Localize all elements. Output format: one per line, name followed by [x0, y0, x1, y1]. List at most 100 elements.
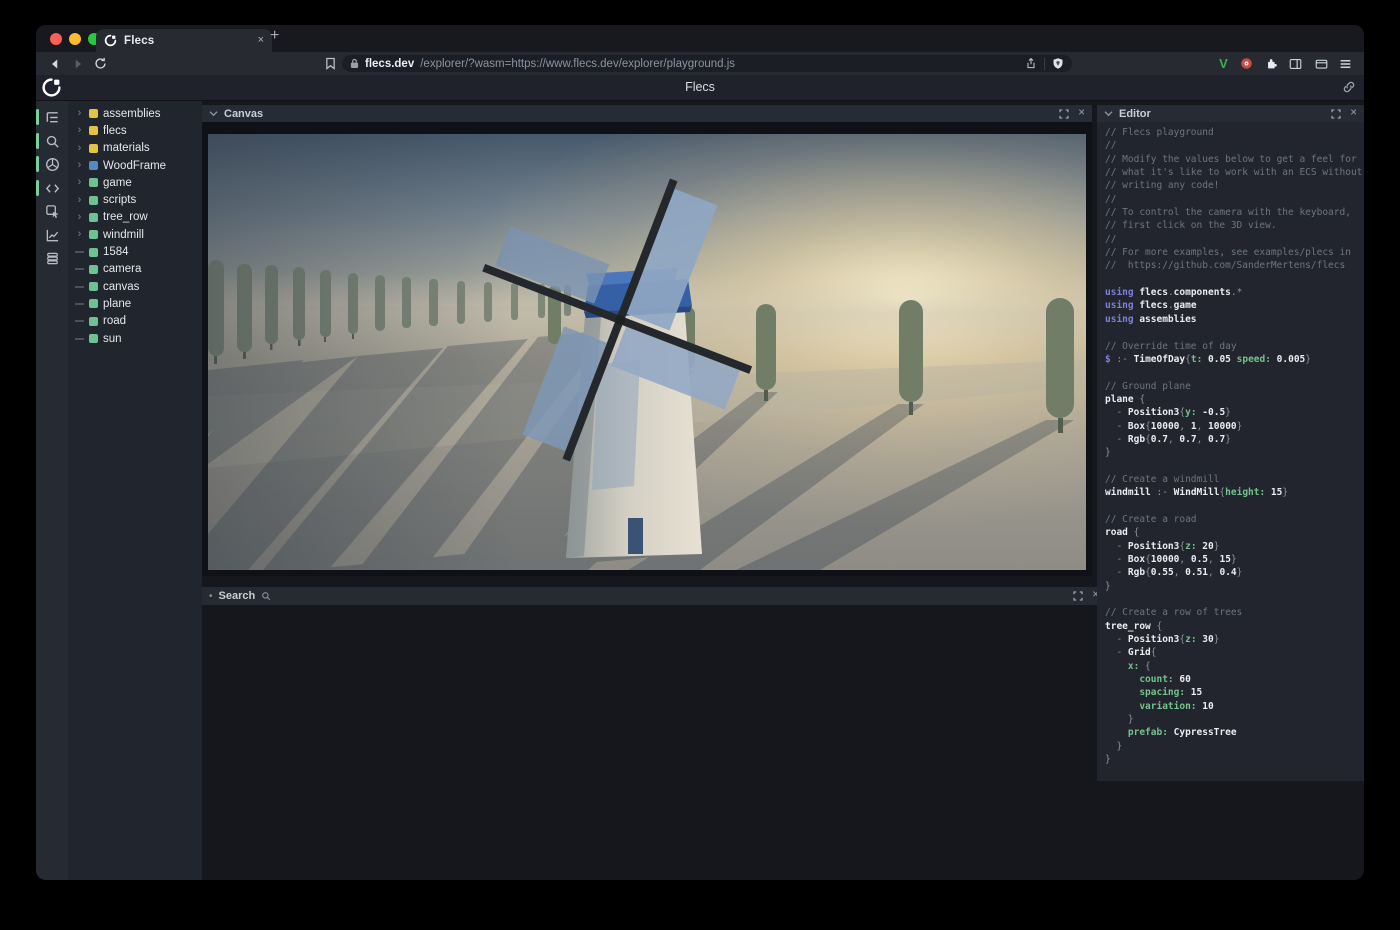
code-line[interactable]	[1105, 366, 1364, 379]
tree-item-1584[interactable]: 1584	[68, 243, 202, 260]
expand-panel-icon[interactable]	[1331, 109, 1341, 119]
code-line[interactable]: - Position3{y: -0.5}	[1105, 406, 1364, 419]
tree-item-windmill[interactable]: ›windmill	[68, 226, 202, 243]
code-line[interactable]: //	[1105, 233, 1364, 246]
editor-panel-header[interactable]: Editor ×	[1097, 105, 1364, 122]
bookmark-icon[interactable]	[322, 55, 339, 72]
code-line[interactable]: // Create a row of trees	[1105, 606, 1364, 619]
canvas-3d-icon[interactable]	[36, 153, 68, 177]
code-line[interactable]: // writing any code!	[1105, 179, 1364, 192]
tree-item-sun[interactable]: sun	[68, 330, 202, 347]
window-minimize-button[interactable]	[69, 33, 81, 45]
code-line[interactable]: // what it's like to work with an ECS wi…	[1105, 166, 1364, 179]
code-line[interactable]: - Rgb{0.55, 0.51, 0.4}	[1105, 566, 1364, 579]
menu-hamburger-icon[interactable]	[1337, 55, 1354, 72]
address-bar[interactable]: flecs.dev/explorer/?wasm=https://www.fle…	[342, 55, 1072, 72]
code-line[interactable]: road {	[1105, 526, 1364, 539]
chevron-down-icon[interactable]	[209, 110, 218, 117]
extension-red-icon[interactable]	[1238, 55, 1255, 72]
code-line[interactable]: count: 60	[1105, 673, 1364, 686]
chevron-down-icon[interactable]	[1104, 110, 1113, 117]
code-line[interactable]: variation: 10	[1105, 700, 1364, 713]
code-line[interactable]: // first click on the 3D view.	[1105, 219, 1364, 232]
code-line[interactable]	[1105, 500, 1364, 513]
expand-panel-icon[interactable]	[1059, 109, 1069, 119]
search-panel-header[interactable]: • Search ×	[202, 587, 1106, 605]
tree-item-assemblies[interactable]: ›assemblies	[68, 105, 202, 122]
inspector-icon[interactable]	[36, 200, 68, 224]
entity-tree-icon[interactable]	[36, 106, 68, 130]
tree-item-camera[interactable]: camera	[68, 261, 202, 278]
expand-chevron-icon[interactable]: ›	[75, 108, 84, 119]
code-editor-icon[interactable]	[36, 177, 68, 201]
code-line[interactable]: x: {	[1105, 660, 1364, 673]
sidebar-toggle-icon[interactable]	[1287, 55, 1304, 72]
code-line[interactable]: - Position3{z: 30}	[1105, 633, 1364, 646]
expand-chevron-icon[interactable]: ›	[75, 195, 84, 206]
expand-chevron-icon[interactable]: ›	[75, 212, 84, 223]
share-link-icon[interactable]	[1342, 80, 1356, 99]
code-line[interactable]: - Box{10000, 1, 10000}	[1105, 420, 1364, 433]
expand-chevron-icon[interactable]: ›	[75, 160, 84, 171]
code-line[interactable]: }	[1105, 753, 1364, 766]
code-line[interactable]: // Flecs playground	[1105, 126, 1364, 139]
tree-item-plane[interactable]: plane	[68, 295, 202, 312]
code-line[interactable]: // Create a road	[1105, 513, 1364, 526]
script-editor-content[interactable]: // Flecs playground//// Modify the value…	[1097, 122, 1364, 781]
code-line[interactable]	[1105, 460, 1364, 473]
expand-chevron-icon[interactable]: ›	[75, 125, 84, 136]
code-line[interactable]: using flecs.components.*	[1105, 286, 1364, 299]
new-tab-button[interactable]: +	[270, 27, 279, 45]
tree-item-WoodFrame[interactable]: ›WoodFrame	[68, 157, 202, 174]
expand-chevron-icon[interactable]: ›	[75, 143, 84, 154]
code-line[interactable]: // Modify the values below to get a feel…	[1105, 153, 1364, 166]
tree-item-game[interactable]: ›game	[68, 174, 202, 191]
canvas-3d-view[interactable]	[208, 134, 1086, 570]
code-line[interactable]: // Create a windmill	[1105, 473, 1364, 486]
commands-icon[interactable]	[36, 247, 68, 271]
code-line[interactable]: tree_row {	[1105, 620, 1364, 633]
code-line[interactable]: // To control the camera with the keyboa…	[1105, 206, 1364, 219]
code-line[interactable]: plane {	[1105, 393, 1364, 406]
code-line[interactable]	[1105, 593, 1364, 606]
code-line[interactable]: - Box{10000, 0.5, 15}	[1105, 553, 1364, 566]
wallet-icon[interactable]	[1313, 55, 1330, 72]
code-line[interactable]: }	[1105, 713, 1364, 726]
close-panel-icon[interactable]: ×	[1350, 108, 1357, 120]
code-line[interactable]: }	[1105, 446, 1364, 459]
tree-item-tree_row[interactable]: ›tree_row	[68, 209, 202, 226]
extension-v-icon[interactable]: V	[1215, 55, 1232, 72]
expand-chevron-icon[interactable]: ›	[75, 229, 84, 240]
code-line[interactable]: //	[1105, 193, 1364, 206]
code-line[interactable]	[1105, 326, 1364, 339]
code-line[interactable]: - Rgb{0.7, 0.7, 0.7}	[1105, 433, 1364, 446]
tab-close-icon[interactable]: ×	[258, 35, 264, 46]
code-line[interactable]: - Position3{z: 20}	[1105, 540, 1364, 553]
code-line[interactable]: // https://github.com/SanderMertens/flec…	[1105, 259, 1364, 272]
code-line[interactable]: using flecs.game	[1105, 299, 1364, 312]
code-line[interactable]: - Grid{	[1105, 646, 1364, 659]
code-line[interactable]: // For more examples, see examples/plecs…	[1105, 246, 1364, 259]
expand-chevron-icon[interactable]: ›	[75, 177, 84, 188]
share-icon[interactable]	[1025, 57, 1037, 70]
code-line[interactable]: $ :- TimeOfDay{t: 0.05 speed: 0.005}	[1105, 353, 1364, 366]
code-line[interactable]: windmill :- WindMill{height: 15}	[1105, 486, 1364, 499]
brave-shield-icon[interactable]	[1052, 57, 1064, 70]
close-panel-icon[interactable]: ×	[1078, 108, 1085, 120]
code-line[interactable]	[1105, 273, 1364, 286]
tree-item-materials[interactable]: ›materials	[68, 140, 202, 157]
code-line[interactable]: }	[1105, 580, 1364, 593]
expand-panel-icon[interactable]	[1073, 591, 1083, 601]
reload-button[interactable]	[92, 55, 109, 72]
code-line[interactable]: //	[1105, 139, 1364, 152]
tree-item-road[interactable]: road	[68, 313, 202, 330]
browser-tab-flecs[interactable]: Flecs ×	[96, 29, 272, 52]
code-line[interactable]: spacing: 15	[1105, 686, 1364, 699]
code-line[interactable]: prefab: CypressTree	[1105, 726, 1364, 739]
collapsed-bullet-icon[interactable]: •	[209, 591, 213, 602]
code-line[interactable]: }	[1105, 740, 1364, 753]
code-line[interactable]: using assemblies	[1105, 313, 1364, 326]
tree-item-flecs[interactable]: ›flecs	[68, 122, 202, 139]
tree-item-canvas[interactable]: canvas	[68, 278, 202, 295]
search-icon[interactable]	[36, 130, 68, 154]
